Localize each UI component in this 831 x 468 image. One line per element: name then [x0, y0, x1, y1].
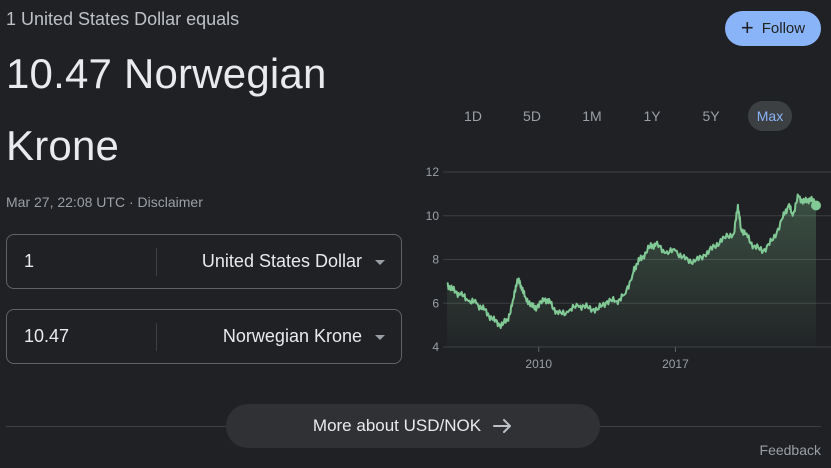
y-tick-label: 12 [426, 165, 440, 179]
range-tab-1d[interactable]: 1D [451, 101, 495, 131]
dropdown-arrow-icon[interactable] [375, 260, 385, 265]
follow-label: Follow [761, 20, 806, 37]
separator: · [128, 194, 134, 210]
timestamp: Mar 27, 22:08 UTC [6, 194, 126, 210]
feedback-link[interactable]: Feedback [760, 442, 821, 458]
timestamp-line: Mar 27, 22:08 UTC · Disclaimer [6, 194, 203, 210]
dropdown-arrow-icon[interactable] [375, 335, 385, 340]
exchange-rate-chart: 12 10 8 6 4 2010 2017 [426, 165, 831, 371]
exchange-rate-heading-continued: Krone [6, 122, 120, 169]
range-tab-5y[interactable]: 5Y [689, 101, 733, 131]
divider [156, 323, 157, 351]
x-tick-label: 2010 [525, 357, 552, 371]
y-tick-label: 6 [432, 296, 439, 310]
exchange-rate-heading: 10.47 Norwegian [6, 50, 327, 97]
x-tick-label: 2017 [662, 357, 689, 371]
range-tab-1m[interactable]: 1M [570, 101, 614, 131]
from-currency-row: 1 United States Dollar [6, 234, 402, 289]
from-amount-input[interactable]: 1 [24, 235, 34, 288]
follow-button[interactable]: + Follow [725, 11, 821, 46]
y-tick-label: 4 [432, 340, 439, 354]
range-tab-1y[interactable]: 1Y [630, 101, 674, 131]
to-currency-row: 10.47 Norwegian Krone [6, 309, 402, 364]
from-currency-select[interactable]: United States Dollar [202, 235, 362, 288]
y-tick-label: 10 [426, 209, 440, 223]
subtitle: 1 United States Dollar equals [6, 9, 240, 29]
more-about-label: More about USD/NOK [312, 416, 482, 435]
arrow-right-icon [493, 418, 513, 434]
time-range-tabs: 1D 5D 1M 1Y 5Y Max [446, 101, 800, 131]
disclaimer-link[interactable]: Disclaimer [138, 194, 203, 210]
divider [156, 248, 157, 276]
to-amount-input[interactable]: 10.47 [24, 310, 69, 363]
plus-icon: + [740, 14, 754, 40]
range-tab-5d[interactable]: 5D [510, 101, 554, 131]
range-tab-max[interactable]: Max [748, 101, 792, 131]
to-currency-select[interactable]: Norwegian Krone [223, 310, 362, 363]
y-tick-label: 8 [432, 253, 439, 267]
more-about-button[interactable]: More about USD/NOK [226, 404, 600, 448]
current-value-dot [811, 200, 821, 211]
